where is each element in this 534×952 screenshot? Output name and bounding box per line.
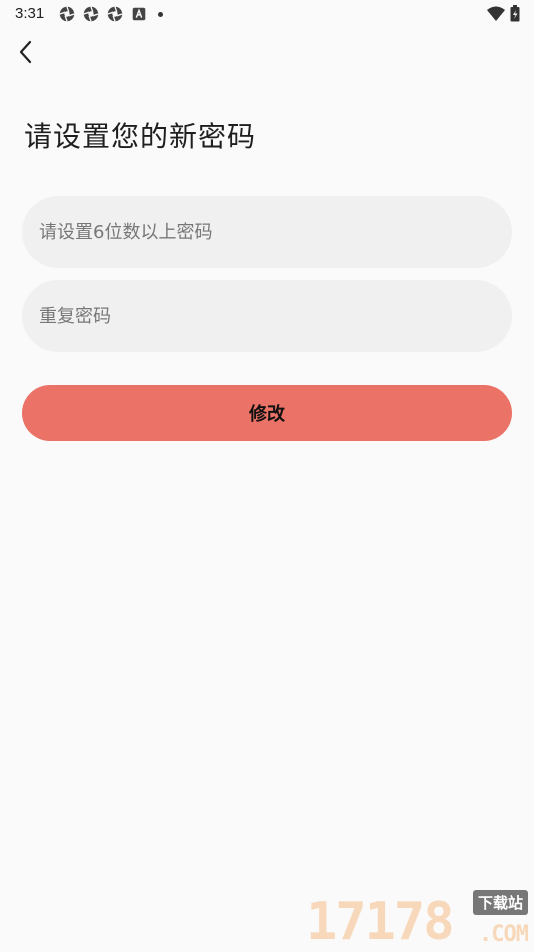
aperture-icon [59,6,75,22]
status-time: 3:31 [15,5,45,22]
more-notifications-dot [158,11,163,17]
watermark-logo: 17178 下载站 .COM [306,890,530,948]
battery-icon [510,5,520,22]
wifi-icon [487,6,505,21]
watermark-suffix: .COM [479,922,529,947]
aperture-icon [107,6,123,22]
aperture-icon [83,6,99,22]
submit-button[interactable]: 修改 [22,385,512,441]
notification-icons [58,5,163,23]
page-title: 请设置您的新密码 [24,120,257,153]
watermark-tag: 下载站 [472,890,528,915]
back-button[interactable] [12,38,40,66]
status-bar: 3:31 [0,0,534,28]
font-icon [132,7,146,21]
new-password-input[interactable] [37,220,497,244]
system-icons [486,5,520,22]
watermark-digits: 17178 [306,892,455,952]
new-password-field[interactable] [22,196,512,268]
confirm-password-field[interactable] [22,280,512,352]
chevron-left-icon [19,40,32,64]
confirm-password-input[interactable] [37,304,497,328]
